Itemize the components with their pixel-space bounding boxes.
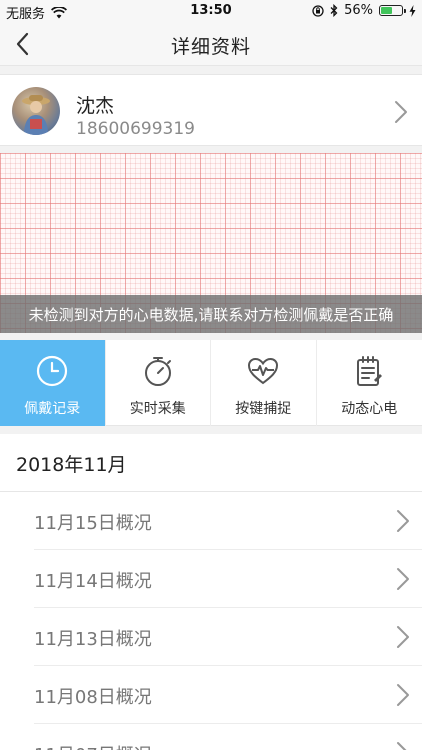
tab-wear-records[interactable]: 佩戴记录: [0, 340, 106, 426]
status-bar: 无服务 13:50 56%: [0, 0, 422, 22]
chevron-right-icon: [397, 684, 409, 706]
profile-name: 沈杰: [76, 95, 115, 117]
page-title: 详细资料: [170, 36, 251, 58]
tab-realtime-collect[interactable]: 实时采集: [106, 340, 211, 426]
function-tabs: 佩戴记录 实时采集 按键捕捉 动态心电: [0, 340, 422, 426]
battery-icon: [379, 5, 406, 16]
chevron-right-icon: [397, 510, 409, 532]
status-right: 56%: [312, 3, 416, 18]
record-label: 11月13日概况: [34, 629, 152, 650]
chevron-right-icon: [397, 742, 407, 750]
charging-bolt-icon: [409, 4, 416, 17]
tab-label: 佩戴记录: [24, 401, 81, 417]
tab-label: 动态心电: [341, 401, 398, 417]
record-label: 11月15日概况: [34, 513, 152, 534]
avatar: [12, 87, 60, 135]
list-item[interactable]: 11月13日概况: [34, 608, 422, 666]
tab-label: 按键捕捉: [235, 401, 292, 417]
nav-bar: 详细资料: [0, 22, 422, 66]
record-label: 11月08日概况: [34, 687, 152, 708]
tab-label: 实时采集: [129, 401, 186, 417]
profile-row[interactable]: 沈杰 18600699319: [0, 74, 422, 146]
chevron-right-icon: [395, 101, 407, 123]
records-list: 11月15日概况 11月14日概况 11月13日概况 11月08日概况 11月0…: [0, 492, 422, 750]
clock-icon: [37, 355, 68, 387]
month-header: 2018年11月: [0, 434, 422, 492]
list-item[interactable]: 11月07日概况: [34, 724, 422, 750]
bluetooth-icon: [330, 4, 338, 17]
list-item[interactable]: 11月08日概况: [34, 666, 422, 724]
record-label: 11月07日概况: [34, 741, 152, 750]
orientation-lock-icon: [312, 4, 324, 17]
tab-button-capture[interactable]: 按键捕捉: [211, 340, 317, 426]
list-item[interactable]: 11月14日概况: [34, 550, 422, 608]
battery-fill: [381, 7, 393, 14]
list-item[interactable]: 11月15日概况: [34, 492, 422, 550]
battery-percent: 56%: [344, 3, 373, 18]
ecg-grid-panel: 未检测到对方的心电数据,请联系对方检测佩戴是否正确: [0, 153, 422, 333]
tab-dynamic-ecg[interactable]: 动态心电: [317, 340, 422, 426]
record-label: 11月14日概况: [34, 571, 152, 592]
chevron-right-icon: [397, 568, 409, 590]
ecg-no-data-notice: 未检测到对方的心电数据,请联系对方检测佩戴是否正确: [0, 295, 422, 333]
chevron-right-icon: [397, 626, 409, 648]
stopwatch-icon: [144, 357, 171, 386]
heart-pulse-icon: [248, 357, 279, 385]
profile-phone: 18600699319: [76, 119, 195, 139]
month-label: 2018年11月: [16, 454, 127, 476]
document-icon: [357, 356, 383, 386]
avatar-image: [22, 95, 50, 135]
